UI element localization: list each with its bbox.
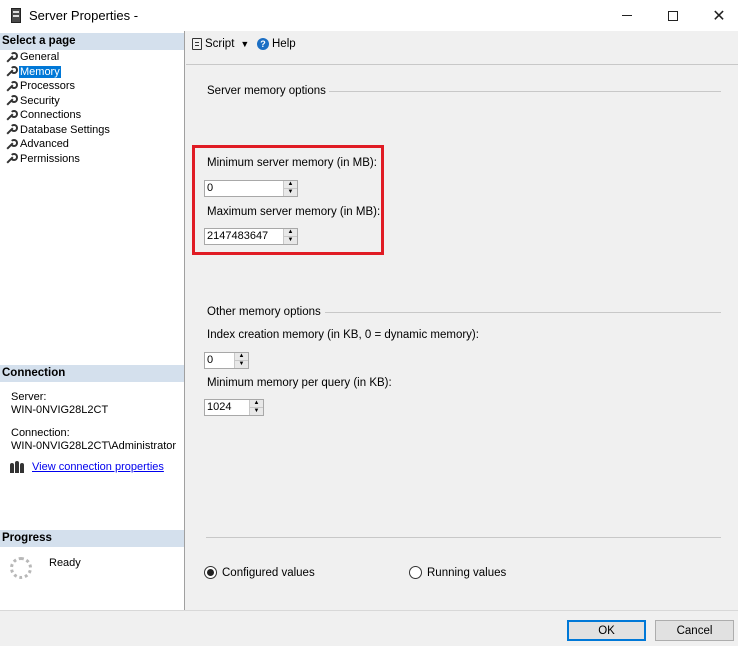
wrench-icon <box>5 153 18 164</box>
page-item-security[interactable]: Security <box>5 94 111 109</box>
connection-label: Connection: <box>11 427 70 439</box>
view-connection-row: View connection properties <box>9 461 164 473</box>
page-item-connections[interactable]: Connections <box>5 108 111 123</box>
server-memory-group-title: Server memory options <box>207 85 326 97</box>
connection-value: WIN-0NVIG28L2CT\Administrator <box>11 440 177 452</box>
min-memory-per-query-label: Minimum memory per query (in KB): <box>207 377 392 389</box>
spin-down-icon[interactable]: ▼ <box>250 408 263 415</box>
script-icon <box>192 38 202 50</box>
wrench-icon <box>5 138 18 150</box>
other-memory-group-title: Other memory options <box>207 306 321 318</box>
cancel-button[interactable]: Cancel <box>655 620 734 641</box>
page-item-memory[interactable]: Memory <box>5 65 111 80</box>
page-item-processors[interactable]: Processors <box>5 79 111 94</box>
index-creation-memory-value[interactable]: 0 <box>205 353 234 368</box>
spin-up-icon[interactable]: ▲ <box>235 353 248 361</box>
wrench-icon <box>5 124 18 135</box>
page-item-label: General <box>20 51 60 64</box>
min-memory-per-query-stepper[interactable]: 1024 ▲ ▼ <box>204 399 264 416</box>
minimize-icon <box>622 15 632 16</box>
page-item-label: Advanced <box>20 138 69 151</box>
select-page-header: Select a page <box>0 33 184 50</box>
min-memory-per-query-value[interactable]: 1024 <box>205 400 249 415</box>
page-list: General Memory Processors Security Conne… <box>5 50 111 166</box>
configured-values-label: Configured values <box>222 566 315 579</box>
page-item-label: Security <box>20 94 60 107</box>
page-item-permissions[interactable]: Permissions <box>5 152 111 167</box>
index-creation-memory-label: Index creation memory (in KB, 0 = dynami… <box>207 329 479 341</box>
progress-status: Ready <box>49 557 81 569</box>
close-icon: ✕ <box>712 7 726 25</box>
help-label: Help <box>272 38 296 50</box>
page-item-general[interactable]: General <box>5 50 111 65</box>
connection-people-icon <box>9 461 25 473</box>
page-item-database-settings[interactable]: Database Settings <box>5 123 111 138</box>
progress-header: Progress <box>0 530 184 547</box>
page-item-label: Database Settings <box>20 123 110 136</box>
maximize-icon <box>668 10 678 21</box>
wrench-icon <box>5 95 18 106</box>
server-value: WIN-0NVIG28L2CT <box>11 404 109 416</box>
page-item-label: Permissions <box>20 152 80 165</box>
server-label: Server: <box>11 391 47 403</box>
help-icon: ? <box>257 38 269 50</box>
page-item-label: Processors <box>20 80 76 93</box>
running-values-radio[interactable]: Running values <box>409 566 506 579</box>
script-button[interactable]: Script ▼ <box>192 38 249 50</box>
page-item-label: Memory <box>19 65 61 78</box>
dialog-footer: OK Cancel <box>0 610 738 646</box>
toolbar: Script ▼ ? Help <box>186 31 738 65</box>
minimize-button[interactable] <box>604 0 650 31</box>
radio-unchecked-icon[interactable] <box>409 566 422 579</box>
highlight-box <box>192 145 384 255</box>
group-divider <box>325 312 721 313</box>
maximize-button[interactable] <box>650 0 696 31</box>
wrench-icon <box>5 80 18 92</box>
group-divider <box>329 91 721 92</box>
radio-checked-icon[interactable] <box>204 566 217 579</box>
wrench-icon <box>5 109 18 121</box>
title-bar: Server Properties - ✕ <box>0 0 738 31</box>
left-pane: Select a page General Memory Processors … <box>0 31 185 610</box>
window-title: Server Properties - <box>29 8 139 23</box>
ok-button[interactable]: OK <box>567 620 646 641</box>
main-pane: Script ▼ ? Help Server memory options Mi… <box>186 31 738 610</box>
view-connection-properties-link[interactable]: View connection properties <box>32 461 164 473</box>
chevron-down-icon[interactable]: ▼ <box>240 39 249 49</box>
configured-values-radio[interactable]: Configured values <box>204 566 315 579</box>
page-item-label: Connections <box>20 109 82 122</box>
index-creation-memory-stepper[interactable]: 0 ▲ ▼ <box>204 352 249 369</box>
help-button[interactable]: ? Help <box>257 38 296 50</box>
wrench-icon <box>5 66 18 77</box>
page-item-advanced[interactable]: Advanced <box>5 137 111 152</box>
script-label: Script <box>205 38 235 50</box>
values-divider <box>206 537 721 538</box>
spin-up-icon[interactable]: ▲ <box>250 400 263 408</box>
connection-header: Connection <box>0 365 184 382</box>
wrench-icon <box>5 51 18 63</box>
running-values-label: Running values <box>427 566 507 579</box>
server-app-icon <box>11 8 21 23</box>
progress-spinner-icon <box>10 557 32 579</box>
close-button[interactable]: ✕ <box>696 0 738 31</box>
spin-down-icon[interactable]: ▼ <box>235 361 248 368</box>
